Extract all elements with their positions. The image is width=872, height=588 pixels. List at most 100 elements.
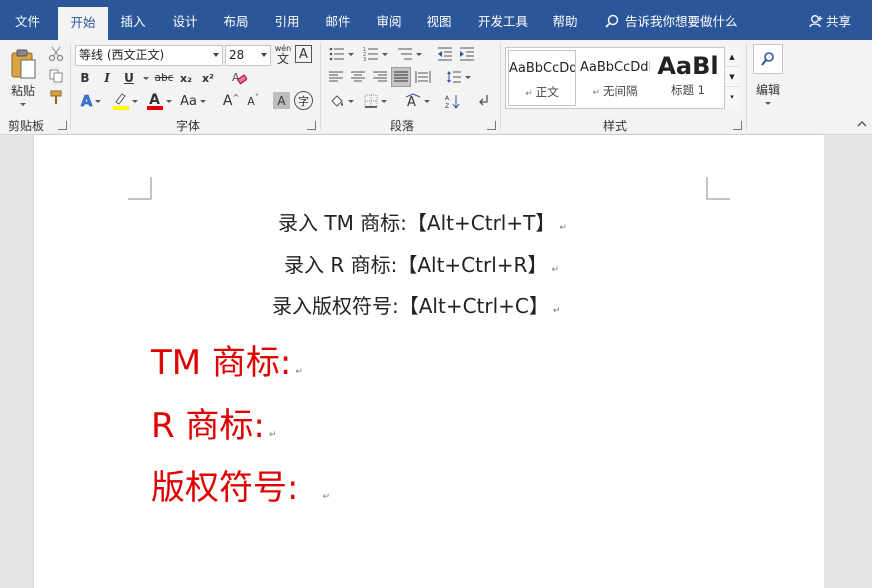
superscript-button[interactable]: x²: [199, 68, 217, 88]
more-styles-icon[interactable]: ▾: [725, 87, 739, 107]
show-marks-button[interactable]: [475, 90, 495, 112]
styles-scroll[interactable]: ▲ ▼ ▾: [724, 47, 739, 109]
align-left-button[interactable]: [326, 67, 346, 87]
document-page[interactable]: 录入 TM 商标:【Alt+Ctrl+T】 ↵ 录入 R 商标:【Alt+Ctrl…: [34, 135, 824, 588]
bullets-button[interactable]: [326, 44, 356, 64]
tab-insert[interactable]: 插入: [110, 0, 156, 40]
shading-button[interactable]: [326, 90, 356, 112]
chevron-down-icon: [199, 99, 206, 103]
doc-line-1[interactable]: 录入 TM 商标:【Alt+Ctrl+T】 ↵: [278, 207, 567, 236]
editing-button[interactable]: 编辑: [752, 44, 784, 110]
borders-icon: [364, 94, 377, 108]
tab-review[interactable]: 审阅: [366, 0, 412, 40]
tab-file[interactable]: 文件: [0, 0, 55, 40]
tab-home[interactable]: 开始: [58, 7, 108, 40]
chevron-down-icon: [381, 52, 388, 56]
styles-group-label: 样式: [603, 119, 628, 133]
chevron-down-icon: [347, 99, 354, 103]
font-name-combo[interactable]: 等线 (西文正文): [75, 45, 223, 66]
chevron-down-icon: [95, 99, 102, 103]
tell-me-search[interactable]: 告诉我你想要做什么: [605, 0, 738, 40]
italic-button[interactable]: I: [98, 68, 116, 88]
doc-line-5[interactable]: R 商标: ↵: [151, 398, 276, 447]
shrink-font-button[interactable]: A ˅: [243, 90, 263, 112]
doc-line-2[interactable]: 录入 R 商标:【Alt+Ctrl+R】 ↵: [284, 249, 559, 278]
margin-corner-mark: [706, 177, 730, 200]
paragraph-mark: ↵: [322, 492, 331, 502]
highlighter-icon: [114, 93, 126, 105]
change-case-button[interactable]: Aa: [177, 90, 209, 112]
underline-button[interactable]: U: [120, 68, 138, 88]
style-heading-1[interactable]: AaBl 标题 1: [654, 50, 722, 106]
decrease-indent-button[interactable]: [435, 44, 455, 64]
enclose-char-button[interactable]: 字: [294, 91, 313, 110]
chevron-down-icon: [415, 52, 422, 56]
scroll-down-icon[interactable]: ▼: [725, 67, 739, 87]
char-shading-button[interactable]: A: [273, 92, 290, 109]
chinese-layout-button[interactable]: A: [402, 90, 432, 112]
tab-layout[interactable]: 布局: [213, 0, 259, 40]
grow-font-button[interactable]: A ^: [221, 90, 241, 112]
tab-references[interactable]: 引用: [264, 0, 310, 40]
clipboard-launcher[interactable]: [58, 121, 67, 130]
paste-button[interactable]: 粘贴: [6, 46, 40, 108]
tab-mailings[interactable]: 邮件: [315, 0, 361, 40]
highlight-button[interactable]: [109, 90, 141, 112]
text-effects-button[interactable]: A: [76, 90, 106, 112]
doc-line-3[interactable]: 录入版权符号:【Alt+Ctrl+C】 ↵: [272, 290, 560, 319]
clear-formatting-button[interactable]: A: [229, 68, 249, 88]
align-right-button[interactable]: [370, 67, 390, 87]
distributed-button[interactable]: [413, 67, 433, 87]
bold-button[interactable]: B: [76, 68, 94, 88]
share-button[interactable]: 共享: [809, 0, 851, 40]
borders-button[interactable]: [360, 90, 390, 112]
font-name-value: 等线 (西文正文): [79, 48, 165, 62]
paragraph-mark-icon: [479, 95, 488, 106]
copy-button[interactable]: [46, 66, 66, 86]
style-normal[interactable]: AaBbCcDdI ↵ 正文: [508, 50, 576, 106]
margin-corner-mark: [128, 177, 152, 200]
phonetic-guide-button[interactable]: wén 文: [274, 44, 292, 66]
font-size-combo[interactable]: 28: [225, 45, 271, 66]
sort-icon: AZ: [445, 95, 460, 109]
tab-design[interactable]: 设计: [162, 0, 208, 40]
line-spacing-button[interactable]: [443, 67, 473, 87]
cut-button[interactable]: [46, 44, 66, 64]
collapse-ribbon-button[interactable]: [856, 118, 868, 130]
strikethrough-button[interactable]: abc: [153, 68, 175, 88]
sort-button[interactable]: AZ: [443, 90, 463, 112]
line-text: R 商标:: [151, 406, 265, 446]
line-text: 版权符号:: [151, 468, 299, 508]
align-center-button[interactable]: [348, 67, 368, 87]
group-divider: [500, 44, 501, 130]
scroll-up-icon[interactable]: ▲: [725, 47, 739, 67]
numbering-button[interactable]: 123: [360, 44, 390, 64]
chevron-down-icon: [347, 52, 354, 56]
paste-label: 粘贴: [10, 84, 35, 98]
chevron-down-icon: [143, 77, 149, 80]
eraser-icon: A: [232, 71, 247, 85]
increase-indent-button[interactable]: [457, 44, 477, 64]
char-border-button[interactable]: A: [295, 45, 312, 63]
font-color-button[interactable]: A: [143, 90, 175, 112]
paragraph-mark: ↵: [268, 430, 277, 440]
styles-launcher[interactable]: [733, 121, 742, 130]
editing-label: 编辑: [755, 83, 780, 97]
justify-button[interactable]: [391, 67, 411, 87]
style-name: 标题 1: [671, 83, 705, 97]
tab-view[interactable]: 视图: [416, 0, 462, 40]
subscript-button[interactable]: x₂: [177, 68, 195, 88]
paragraph-launcher[interactable]: [487, 121, 496, 130]
format-painter-button[interactable]: [46, 88, 66, 108]
doc-line-4[interactable]: TM 商标: ↵: [151, 335, 303, 384]
doc-line-6[interactable]: 版权符号: ↵: [151, 460, 330, 509]
font-launcher[interactable]: [307, 121, 316, 130]
style-no-spacing[interactable]: AaBbCcDdI ↵ 无间隔: [580, 50, 650, 106]
search-icon: [761, 52, 774, 66]
vertical-scrollbar[interactable]: [824, 135, 872, 588]
svg-text:3: 3: [363, 57, 366, 61]
tell-me-text: 告诉我你想要做什么: [625, 14, 738, 29]
multilevel-list-button[interactable]: [394, 44, 424, 64]
tab-developer[interactable]: 开发工具: [470, 0, 536, 40]
tab-help[interactable]: 帮助: [542, 0, 588, 40]
